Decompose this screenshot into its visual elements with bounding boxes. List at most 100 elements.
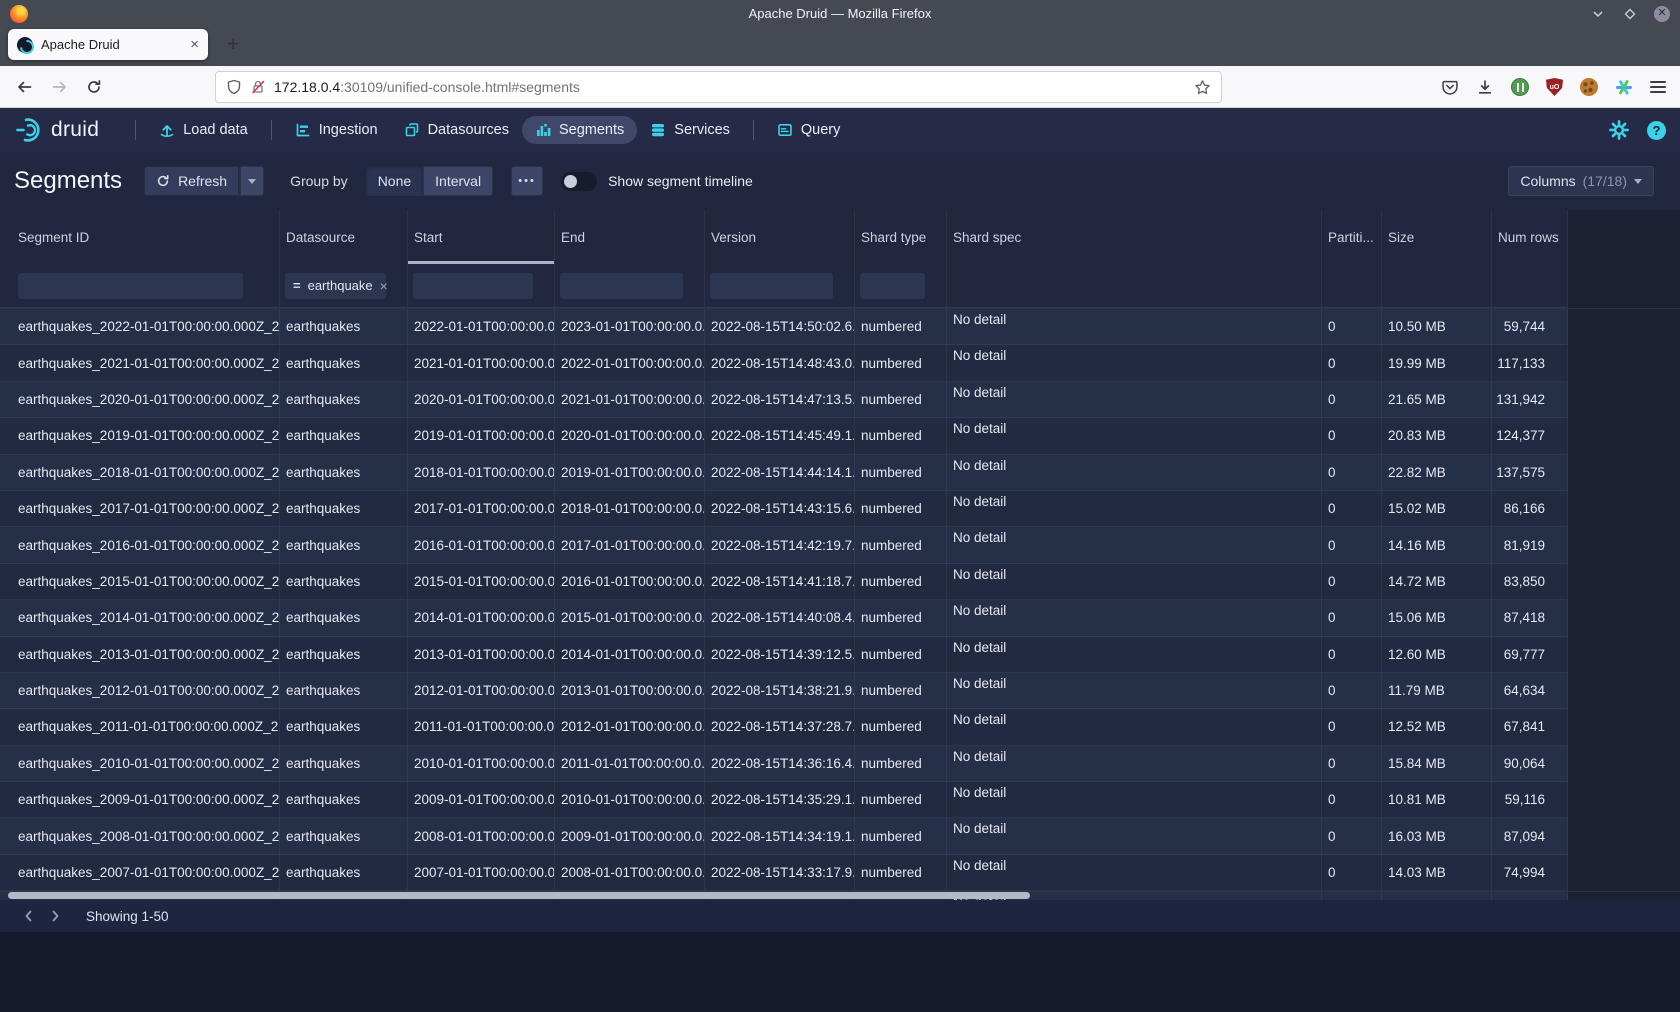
cell-end[interactable]: 2008-01-01T00:00:00.0... bbox=[555, 855, 705, 890]
table-row[interactable]: earthquakes_2019-01-01T00:00:00.000Z_2..… bbox=[0, 418, 1568, 454]
cookie-extension-icon[interactable] bbox=[1580, 78, 1598, 96]
cell-partition[interactable]: 0 bbox=[1322, 564, 1382, 599]
cell-num-rows[interactable]: 67,841 bbox=[1492, 709, 1568, 744]
cell-partition[interactable]: 0 bbox=[1322, 855, 1382, 890]
cell-version[interactable]: 2022-08-15T14:40:08.4... bbox=[705, 600, 855, 635]
cell-shard-spec[interactable]: No detail bbox=[947, 527, 1322, 562]
cell-version[interactable]: 2022-08-15T14:48:43.0... bbox=[705, 345, 855, 380]
cell-start[interactable]: 2015-01-01T00:00:00.0... bbox=[408, 564, 555, 599]
cell-datasource[interactable]: earthquakes bbox=[280, 345, 408, 380]
cell-start[interactable]: 2017-01-01T00:00:00.0... bbox=[408, 491, 555, 526]
cell-shard-type[interactable]: numbered bbox=[855, 491, 947, 526]
nav-item-load-data[interactable]: Load data bbox=[146, 116, 261, 144]
cell-segment-id[interactable]: earthquakes_2016-01-01T00:00:00.000Z_2..… bbox=[0, 527, 280, 562]
cell-start[interactable]: 2016-01-01T00:00:00.0... bbox=[408, 527, 555, 562]
cell-end[interactable]: 2020-01-01T00:00:00.0... bbox=[555, 418, 705, 453]
multi-account-asterisk-icon[interactable] bbox=[1615, 78, 1633, 96]
cell-num-rows[interactable]: 64,634 bbox=[1492, 673, 1568, 708]
table-row[interactable]: earthquakes_2013-01-01T00:00:00.000Z_2..… bbox=[0, 637, 1568, 673]
cell-num-rows[interactable]: 87,418 bbox=[1492, 600, 1568, 635]
table-row[interactable]: earthquakes_2016-01-01T00:00:00.000Z_2..… bbox=[0, 527, 1568, 563]
filter-remove-icon[interactable]: × bbox=[380, 278, 388, 294]
column-header-shard-type[interactable]: Shard type bbox=[855, 210, 947, 264]
cell-size[interactable]: 12.52 MB bbox=[1382, 709, 1492, 744]
cell-start[interactable]: 2020-01-01T00:00:00.0... bbox=[408, 382, 555, 417]
cell-partition[interactable]: 0 bbox=[1322, 818, 1382, 853]
cell-end[interactable]: 2019-01-01T00:00:00.0... bbox=[555, 455, 705, 490]
cell-start[interactable]: 2011-01-01T00:00:00.0... bbox=[408, 709, 555, 744]
cell-shard-type[interactable]: numbered bbox=[855, 818, 947, 853]
cell-end[interactable]: 2011-01-01T00:00:00.0... bbox=[555, 746, 705, 781]
cell-end[interactable]: 2021-01-01T00:00:00.0... bbox=[555, 382, 705, 417]
cell-datasource[interactable]: earthquakes bbox=[280, 746, 408, 781]
cell-partition[interactable]: 0 bbox=[1322, 709, 1382, 744]
table-row[interactable]: earthquakes_2007-01-01T00:00:00.000Z_2..… bbox=[0, 855, 1568, 891]
table-row[interactable]: earthquakes_2020-01-01T00:00:00.000Z_2..… bbox=[0, 382, 1568, 418]
segment-timeline-toggle[interactable] bbox=[561, 172, 597, 191]
cell-partition[interactable]: 0 bbox=[1322, 418, 1382, 453]
cell-shard-spec[interactable]: No detail bbox=[947, 309, 1322, 344]
cell-shard-type[interactable]: numbered bbox=[855, 600, 947, 635]
version-filter-input[interactable] bbox=[710, 273, 833, 299]
cell-shard-spec[interactable]: No detail bbox=[947, 673, 1322, 708]
column-header-datasource[interactable]: Datasource bbox=[280, 210, 408, 264]
cell-start[interactable]: 2012-01-01T00:00:00.0... bbox=[408, 673, 555, 708]
cell-num-rows[interactable]: 83,850 bbox=[1492, 564, 1568, 599]
cell-start[interactable]: 2019-01-01T00:00:00.0... bbox=[408, 418, 555, 453]
url-bar[interactable]: 172.18.0.4:30109/unified-console.html#se… bbox=[215, 71, 1222, 103]
cell-segment-id[interactable]: earthquakes_2020-01-01T00:00:00.000Z_2..… bbox=[0, 382, 280, 417]
cell-num-rows[interactable]: 81,919 bbox=[1492, 527, 1568, 562]
cell-version[interactable]: 2022-08-15T14:33:17.9... bbox=[705, 855, 855, 890]
settings-gear-icon[interactable] bbox=[1609, 120, 1629, 140]
cell-end[interactable]: 2022-01-01T00:00:00.0... bbox=[555, 345, 705, 380]
previous-page-button[interactable] bbox=[16, 903, 42, 929]
cell-num-rows[interactable]: 124,377 bbox=[1492, 418, 1568, 453]
cell-datasource[interactable]: earthquakes bbox=[280, 855, 408, 890]
window-minimize-icon[interactable] bbox=[1590, 6, 1606, 22]
table-row[interactable]: earthquakes_2014-01-01T00:00:00.000Z_2..… bbox=[0, 600, 1568, 636]
cell-version[interactable]: 2022-08-15T14:43:15.6... bbox=[705, 491, 855, 526]
cell-segment-id[interactable]: earthquakes_2022-01-01T00:00:00.000Z_2..… bbox=[0, 309, 280, 344]
column-header-shard-spec[interactable]: Shard spec bbox=[947, 210, 1322, 264]
start-filter-input[interactable] bbox=[413, 273, 533, 299]
cell-shard-type[interactable]: numbered bbox=[855, 455, 947, 490]
cell-shard-spec[interactable]: No detail bbox=[947, 345, 1322, 380]
cell-size[interactable]: 22.82 MB bbox=[1382, 455, 1492, 490]
more-options-button[interactable]: ••• bbox=[511, 166, 543, 196]
table-row[interactable]: earthquakes_2018-01-01T00:00:00.000Z_2..… bbox=[0, 455, 1568, 491]
group-by-interval-button[interactable]: Interval bbox=[423, 166, 493, 196]
cell-segment-id[interactable]: earthquakes_2009-01-01T00:00:00.000Z_2..… bbox=[0, 782, 280, 817]
cell-version[interactable]: 2022-08-15T14:50:02.6... bbox=[705, 309, 855, 344]
cell-start[interactable]: 2018-01-01T00:00:00.0... bbox=[408, 455, 555, 490]
privacy-badger-icon[interactable] bbox=[1511, 78, 1529, 96]
table-row[interactable]: earthquakes_2010-01-01T00:00:00.000Z_2..… bbox=[0, 746, 1568, 782]
cell-start[interactable]: 2007-01-01T00:00:00.0... bbox=[408, 855, 555, 890]
cell-end[interactable]: 2017-01-01T00:00:00.0... bbox=[555, 527, 705, 562]
cell-version[interactable]: 2022-08-15T14:35:29.1... bbox=[705, 782, 855, 817]
cell-end[interactable]: 2009-01-01T00:00:00.0... bbox=[555, 818, 705, 853]
nav-item-services[interactable]: Services bbox=[637, 116, 743, 144]
cell-num-rows[interactable]: 74,994 bbox=[1492, 855, 1568, 890]
cell-shard-type[interactable]: numbered bbox=[855, 673, 947, 708]
cell-datasource[interactable]: earthquakes bbox=[280, 382, 408, 417]
table-row[interactable]: earthquakes_2021-01-01T00:00:00.000Z_2..… bbox=[0, 345, 1568, 381]
cell-segment-id[interactable]: earthquakes_2019-01-01T00:00:00.000Z_2..… bbox=[0, 418, 280, 453]
cell-shard-type[interactable]: numbered bbox=[855, 564, 947, 599]
cell-start[interactable]: 2021-01-01T00:00:00.0... bbox=[408, 345, 555, 380]
cell-segment-id[interactable]: earthquakes_2014-01-01T00:00:00.000Z_2..… bbox=[0, 600, 280, 635]
cell-segment-id[interactable]: earthquakes_2013-01-01T00:00:00.000Z_2..… bbox=[0, 637, 280, 672]
cell-version[interactable]: 2022-08-15T14:38:21.9... bbox=[705, 673, 855, 708]
cell-shard-type[interactable]: numbered bbox=[855, 637, 947, 672]
cell-size[interactable]: 15.06 MB bbox=[1382, 600, 1492, 635]
cell-version[interactable]: 2022-08-15T14:34:19.1... bbox=[705, 818, 855, 853]
cell-size[interactable]: 11.79 MB bbox=[1382, 673, 1492, 708]
cell-start[interactable]: 2009-01-01T00:00:00.0... bbox=[408, 782, 555, 817]
cell-num-rows[interactable]: 86,166 bbox=[1492, 491, 1568, 526]
table-row[interactable]: earthquakes_2017-01-01T00:00:00.000Z_2..… bbox=[0, 491, 1568, 527]
column-header-end[interactable]: End bbox=[555, 210, 705, 264]
cell-end[interactable]: 2013-01-01T00:00:00.0... bbox=[555, 673, 705, 708]
cell-datasource[interactable]: earthquakes bbox=[280, 527, 408, 562]
cell-shard-type[interactable]: numbered bbox=[855, 309, 947, 344]
cell-num-rows[interactable]: 69,777 bbox=[1492, 637, 1568, 672]
table-row[interactable]: earthquakes_2008-01-01T00:00:00.000Z_2..… bbox=[0, 818, 1568, 854]
